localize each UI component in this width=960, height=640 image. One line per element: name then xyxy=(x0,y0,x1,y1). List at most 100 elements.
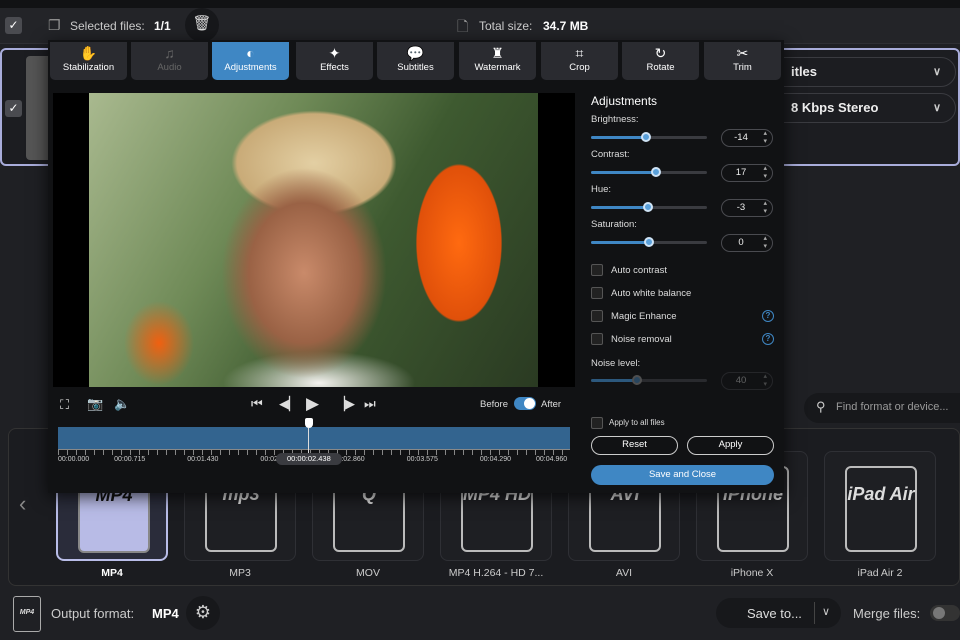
audio-icon: ♫ xyxy=(164,45,175,61)
crop-icon: ⌗ xyxy=(575,45,584,61)
brightness-stepper[interactable]: -14 ▴ ▾ xyxy=(721,129,773,147)
tab-trim[interactable]: ✂ Trim xyxy=(704,42,781,80)
tab-audio[interactable]: ♫ Audio xyxy=(131,42,208,80)
saturation-label: Saturation: xyxy=(591,219,637,230)
delete-button[interactable]: 🗑 xyxy=(185,8,219,42)
contrast-slider[interactable] xyxy=(591,167,707,177)
output-format-value: MP4 xyxy=(152,606,179,621)
help-icon[interactable]: ? xyxy=(762,310,774,322)
selected-files-label: Selected files: xyxy=(70,19,145,33)
contrast-label: Contrast: xyxy=(591,149,630,160)
brightness-label: Brightness: xyxy=(591,114,639,125)
step-forward-icon[interactable]: ▕▶ xyxy=(335,396,355,412)
apply-button[interactable]: Apply xyxy=(687,436,774,455)
checkbox-label: Magic Enhance xyxy=(611,311,677,322)
tab-label: Rotate xyxy=(646,62,675,73)
file-checkbox[interactable]: ✓ xyxy=(5,100,22,117)
step-back-icon[interactable]: ◀▏ xyxy=(279,396,299,412)
adjustments-dialog: ✋ Stabilization ♫ Audio ◐ Adjustments ✦ Effects… xyxy=(48,40,784,493)
search-box[interactable]: ⚲ Find format or device... xyxy=(804,393,960,423)
stepper-value: -3 xyxy=(736,202,746,213)
tab-stabilization[interactable]: ✋ Stabilization xyxy=(50,42,127,80)
checkbox-label: Noise removal xyxy=(611,334,672,345)
format-label: AVI xyxy=(615,567,633,579)
stepper-value: -14 xyxy=(734,132,748,143)
chevron-down-icon[interactable]: ∨ xyxy=(822,605,830,618)
settings-button[interactable]: ⚙ xyxy=(186,596,220,630)
gear-icon: ⚙ xyxy=(194,602,212,622)
timeline-tick-label: 00:03.575 xyxy=(406,456,438,463)
skip-start-icon[interactable]: ⏮ xyxy=(251,396,263,412)
tab-rotate[interactable]: ↻ Rotate xyxy=(622,42,699,80)
chevron-down-icon: ∨ xyxy=(932,66,941,78)
apply-all-checkbox[interactable] xyxy=(591,417,603,429)
format-label: MP3 xyxy=(229,567,251,579)
noise-removal-checkbox[interactable] xyxy=(591,333,603,345)
skip-end-icon[interactable]: ⏭ xyxy=(364,396,376,412)
saturation-slider[interactable] xyxy=(591,237,707,247)
noise-level-slider[interactable] xyxy=(591,375,707,385)
help-icon[interactable]: ? xyxy=(762,333,774,345)
tab-subtitles[interactable]: 💬 Subtitles xyxy=(377,42,454,80)
output-format-icon: MP4 xyxy=(13,596,41,632)
tab-adjustments[interactable]: ◐ Adjustments xyxy=(212,42,289,80)
after-label: After xyxy=(541,399,562,410)
selected-files-value: 1/1 xyxy=(154,19,171,33)
output-format-label: Output format: xyxy=(51,606,135,621)
format-label: iPad Air 2 xyxy=(857,567,903,579)
volume-icon[interactable]: 🔈 xyxy=(114,396,130,412)
save-to-button[interactable]: Save to... ∨ xyxy=(716,598,841,628)
hue-slider[interactable] xyxy=(591,202,707,212)
select-all-checkbox[interactable]: ✓ xyxy=(5,17,22,34)
format-label: MP4 xyxy=(101,567,123,579)
trim-icon: ✂ xyxy=(736,45,749,61)
format-card-ipad[interactable]: iPad Air xyxy=(824,451,936,561)
search-input[interactable]: Find format or device... xyxy=(836,401,949,413)
format-label: MP4 H.264 - HD 7... xyxy=(448,567,544,579)
before-after-toggle[interactable] xyxy=(514,397,536,410)
chevron-left-icon[interactable]: ‹ xyxy=(19,491,26,517)
brightness-slider[interactable] xyxy=(591,132,707,142)
hue-label: Hue: xyxy=(591,184,612,195)
camera-icon[interactable]: 📷 xyxy=(87,396,103,412)
auto-white-balance-checkbox[interactable] xyxy=(591,287,603,299)
tab-effects[interactable]: ✦ Effects xyxy=(296,42,373,80)
timeline-track[interactable] xyxy=(58,427,570,449)
stabilization-icon: ✋ xyxy=(79,45,98,61)
timeline-tick-label: 00:04.960 xyxy=(536,456,568,463)
top-strip xyxy=(0,0,960,8)
save-and-close-button[interactable]: Save and Close xyxy=(591,465,774,485)
noise-level-value: 40 xyxy=(735,375,747,386)
files-icon: ❐ xyxy=(48,17,61,33)
chevron-down-icon: ∨ xyxy=(932,102,941,114)
fullscreen-icon[interactable]: ⛶ xyxy=(60,397,69,413)
contrast-stepper[interactable]: 17 ▴ ▾ xyxy=(721,164,773,182)
format-label: MOV xyxy=(356,567,380,579)
stepper-value: 0 xyxy=(738,237,744,248)
audio-value: 8 Kbps Stereo xyxy=(791,100,879,115)
player-controls: ⛶ 📷 🔈 ⏮ ◀▏ ▶ ▕▶ ⏭ Before After xyxy=(48,394,578,421)
magic-enhance-checkbox[interactable] xyxy=(591,310,603,322)
subtitles-dropdown[interactable]: itles ∨ xyxy=(762,57,956,87)
current-time: 00:00:02.438 xyxy=(275,453,342,465)
apply-all-label: Apply to all files xyxy=(609,418,665,427)
timeline-tick-label: 00:04.290 xyxy=(479,456,511,463)
auto-contrast-checkbox[interactable] xyxy=(591,264,603,276)
tab-label: Trim xyxy=(733,62,752,73)
play-icon[interactable]: ▶ xyxy=(306,394,319,414)
tab-crop[interactable]: ⌗ Crop xyxy=(541,42,618,80)
noise-level-stepper[interactable]: 40 ▴ ▾ xyxy=(721,372,773,390)
save-to-label: Save to... xyxy=(747,606,802,621)
timeline-tick-label: 00:00.715 xyxy=(114,456,146,463)
checkbox-label: Auto contrast xyxy=(611,265,667,276)
merge-files-toggle[interactable] xyxy=(930,605,960,621)
saturation-stepper[interactable]: 0 ▴ ▾ xyxy=(721,234,773,252)
playhead[interactable] xyxy=(304,418,313,455)
tab-watermark[interactable]: ♜ Watermark xyxy=(459,42,536,80)
reset-button[interactable]: Reset xyxy=(591,436,678,455)
total-size-label: Total size: xyxy=(479,19,533,33)
tab-label: Watermark xyxy=(474,62,521,73)
watermark-icon: ♜ xyxy=(491,45,504,61)
audio-dropdown[interactable]: 8 Kbps Stereo ∨ xyxy=(762,93,956,123)
hue-stepper[interactable]: -3 ▴ ▾ xyxy=(721,199,773,217)
